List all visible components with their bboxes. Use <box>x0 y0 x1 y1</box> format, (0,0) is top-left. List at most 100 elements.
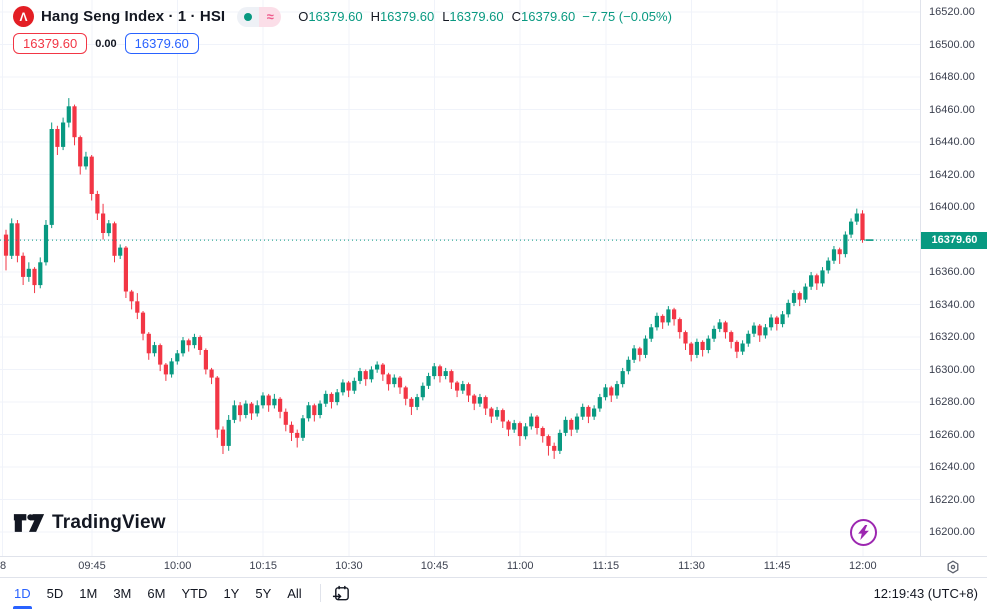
candle <box>826 257 830 273</box>
range-button-3m[interactable]: 3M <box>105 578 139 609</box>
candle <box>461 381 465 394</box>
range-button-1y[interactable]: 1Y <box>215 578 247 609</box>
time-tick-label: 11:30 <box>678 560 705 572</box>
candle <box>95 191 99 220</box>
candle <box>746 331 750 347</box>
candle <box>341 379 345 395</box>
tradingview-brand[interactable]: TradingView <box>13 512 166 534</box>
time-tick-label: 10:45 <box>421 560 449 572</box>
range-button-ytd[interactable]: YTD <box>173 578 215 609</box>
candle <box>655 313 659 331</box>
ohlc-values: O16379.60H16379.60L16379.60C16379.60 <box>298 9 575 24</box>
time-axis[interactable]: 809:4510:0010:1510:3010:4511:0011:1511:3… <box>0 556 987 578</box>
price-tick-label: 16420.00 <box>929 169 975 181</box>
candle <box>78 136 82 175</box>
market-open-status-icon <box>237 7 259 27</box>
hsi-symbol-logo[interactable]: Λ <box>13 6 34 27</box>
candle <box>666 306 670 326</box>
time-tick-label: 11:15 <box>592 560 619 572</box>
candle <box>192 334 196 349</box>
candle <box>763 324 767 339</box>
market-status-pill[interactable]: ≈ <box>237 7 281 27</box>
candle <box>820 267 824 287</box>
candle <box>21 253 25 286</box>
candle <box>706 335 710 353</box>
candle <box>72 105 76 146</box>
candle <box>426 373 430 389</box>
candle <box>478 394 482 407</box>
candle <box>438 365 442 383</box>
price-tick-label: 16500.00 <box>929 39 975 51</box>
candle <box>170 358 174 378</box>
candle <box>101 204 105 240</box>
buy-price-button[interactable]: 16379.60 <box>125 33 199 54</box>
candle <box>701 340 705 356</box>
time-tick-label: 11:45 <box>764 560 791 572</box>
range-button-all[interactable]: All <box>279 578 309 609</box>
price-axis[interactable]: 16379.60 16520.0016500.0016480.0016460.0… <box>920 0 987 556</box>
candle <box>672 308 676 326</box>
toolbar-divider <box>320 584 321 602</box>
candle <box>318 400 322 418</box>
candle <box>307 402 311 422</box>
candle <box>695 339 699 359</box>
candle <box>90 155 94 201</box>
candle <box>729 331 733 349</box>
candle <box>398 376 402 394</box>
candle <box>198 335 202 355</box>
ohlc-item: H16379.60 <box>371 9 435 24</box>
time-tick-label: 10:00 <box>164 560 192 572</box>
range-button-5d[interactable]: 5D <box>39 578 72 609</box>
candle <box>792 290 796 306</box>
candle <box>495 407 499 420</box>
candle <box>592 405 596 420</box>
go-to-date-button[interactable] <box>331 582 353 604</box>
sell-price-button[interactable]: 16379.60 <box>13 33 87 54</box>
candle <box>626 357 630 375</box>
candle <box>575 413 579 433</box>
candle <box>586 405 590 423</box>
symbol-title[interactable]: Hang Seng Index · 1 · HSI <box>41 8 225 25</box>
candle <box>55 126 59 155</box>
candle <box>758 324 762 342</box>
price-tick-label: 16300.00 <box>929 364 975 376</box>
candle <box>227 415 231 451</box>
boost-button[interactable] <box>850 519 877 546</box>
candle <box>712 326 716 342</box>
candle <box>649 324 653 342</box>
candle <box>415 394 419 410</box>
candlestick-chart[interactable] <box>0 0 920 556</box>
symbol-header: Λ Hang Seng Index · 1 · HSI ≈ O16379.60H… <box>13 6 672 27</box>
candle <box>27 262 31 282</box>
candle <box>832 246 836 264</box>
candle <box>518 422 522 446</box>
candle <box>735 340 739 358</box>
candle <box>838 248 842 264</box>
candle <box>324 391 328 407</box>
candle <box>581 404 585 420</box>
range-button-5y[interactable]: 5Y <box>247 578 279 609</box>
candle <box>369 366 373 382</box>
range-button-1d[interactable]: 1D <box>6 578 39 609</box>
candle <box>455 381 459 397</box>
axis-settings-gear-icon[interactable] <box>945 559 961 575</box>
candle <box>312 404 316 422</box>
spread-value: 0.00 <box>95 38 116 50</box>
range-button-1m[interactable]: 1M <box>71 578 105 609</box>
candle <box>603 384 607 400</box>
candle <box>598 394 602 412</box>
range-button-6m[interactable]: 6M <box>139 578 173 609</box>
candle <box>375 361 379 372</box>
candle <box>809 272 813 290</box>
candle <box>741 340 745 355</box>
candle <box>409 397 413 415</box>
candle <box>843 231 847 257</box>
candle <box>392 374 396 387</box>
lightning-icon <box>857 525 870 540</box>
candle <box>15 220 19 262</box>
price-tick-label: 16200.00 <box>929 526 975 538</box>
candle <box>421 383 425 401</box>
candle <box>347 381 351 397</box>
candle <box>661 314 665 329</box>
candle <box>615 381 619 399</box>
